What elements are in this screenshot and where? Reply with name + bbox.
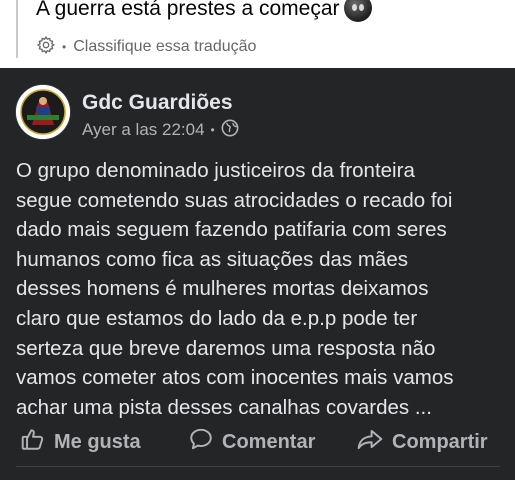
post-body-line: humanos como fica as situações das mães bbox=[16, 247, 408, 271]
rate-translation-label[interactable]: Classifique essa tradução bbox=[73, 38, 256, 56]
gear-icon bbox=[36, 35, 56, 60]
share-label: Compartir bbox=[392, 430, 488, 453]
separator-dot: • bbox=[62, 40, 67, 54]
author-name[interactable]: Gdc Guardiões bbox=[82, 91, 233, 115]
like-button[interactable]: Me gusta bbox=[20, 424, 141, 460]
post-body-line: desses homens é mulheres mortas deixamos bbox=[16, 277, 429, 301]
translation-section: A guerra está prestes a começar • Classi… bbox=[0, 0, 515, 68]
comment-icon bbox=[188, 426, 222, 458]
dark-face-emoji-icon bbox=[343, 0, 372, 22]
globe-icon[interactable] bbox=[221, 119, 239, 142]
comment-button[interactable]: Comentar bbox=[188, 424, 315, 460]
translated-text-content: A guerra está prestes a começar bbox=[36, 0, 340, 20]
quote-bar bbox=[16, 0, 18, 58]
translated-text: A guerra está prestes a começar bbox=[36, 0, 372, 22]
like-label: Me gusta bbox=[54, 430, 141, 453]
separator-dot: • bbox=[210, 123, 215, 137]
thumbs-up-icon bbox=[20, 426, 54, 458]
post-actions: Me gusta Comentar Compartir bbox=[0, 424, 515, 460]
post-body-line: claro que estamos do lado da e.p.p pode … bbox=[16, 306, 418, 330]
avatar[interactable] bbox=[15, 84, 71, 140]
post-body-line: vamos cometer atos com inocentes mais va… bbox=[16, 366, 454, 390]
post-body-line: segue cometendo suas atrocidades o recad… bbox=[16, 188, 453, 212]
rate-translation[interactable]: • Classifique essa tradução bbox=[36, 35, 256, 60]
share-icon bbox=[356, 426, 392, 458]
post-body-line: dado mais seguem fazendo patifaria com s… bbox=[16, 218, 447, 242]
post-timestamp[interactable]: Ayer a las 22:04 bbox=[82, 120, 205, 140]
bottom-divider bbox=[16, 466, 500, 467]
post-body: O grupo denominado justiceiros da fronte… bbox=[16, 156, 511, 422]
post-body-line: serteza que breve daremos uma resposta n… bbox=[16, 336, 436, 360]
post-body-line: O grupo denominado justiceiros da fronte… bbox=[16, 159, 415, 182]
comment-label: Comentar bbox=[222, 430, 316, 453]
post-card: Gdc Guardiões Ayer a las 22:04 • O grupo… bbox=[0, 68, 515, 480]
share-button[interactable]: Compartir bbox=[356, 424, 488, 460]
post-meta: Ayer a las 22:04 • bbox=[82, 119, 239, 142]
post-body-line[interactable]: achar uma pista desses canalhas covardes… bbox=[16, 393, 511, 423]
